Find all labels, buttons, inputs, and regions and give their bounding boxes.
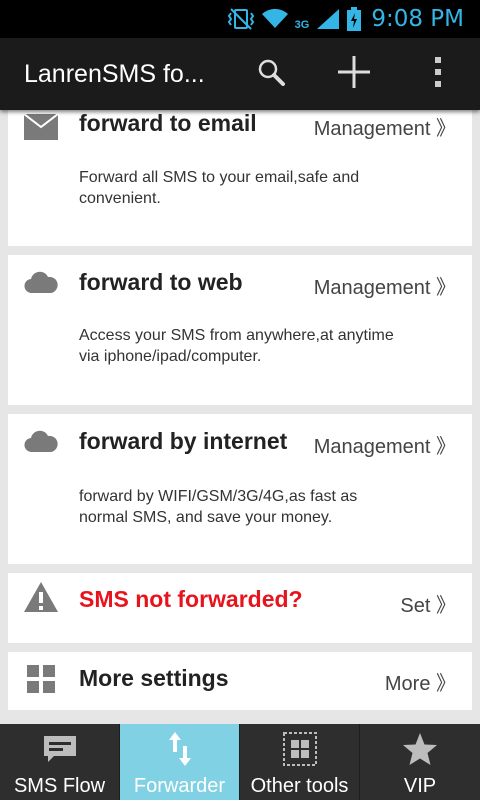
- card-description: Access your SMS from anywhere,at anytime…: [79, 327, 394, 365]
- status-icons: 3G 9:08 PM: [227, 4, 464, 34]
- network-type-label: 3G: [294, 19, 310, 31]
- card-forward-by-internet[interactable]: forward by internet Management 》 forward…: [8, 414, 472, 564]
- tools-grid-icon: [240, 732, 359, 766]
- management-link[interactable]: Management 》: [314, 430, 456, 459]
- overflow-menu-icon: [434, 56, 442, 93]
- tab-sms-flow[interactable]: SMS Flow: [0, 724, 120, 800]
- email-icon: [24, 110, 58, 144]
- search-icon: [257, 58, 285, 91]
- tab-other-tools[interactable]: Other tools: [240, 724, 360, 800]
- add-button[interactable]: [330, 38, 378, 110]
- card-sms-not-forwarded[interactable]: SMS not forwarded? Set 》: [8, 573, 472, 643]
- card-description: forward by WIFI/GSM/3G/4G,as fast as nor…: [79, 488, 358, 526]
- tab-label: Forwarder: [133, 775, 226, 797]
- card-more-settings[interactable]: More settings More 》: [8, 652, 472, 710]
- status-bar: 3G 9:08 PM: [0, 0, 480, 44]
- bottom-nav: SMS Flow Forwarder Other tools VIP: [0, 724, 480, 800]
- management-link[interactable]: Management 》: [314, 112, 456, 141]
- star-icon: [360, 732, 480, 766]
- forwarder-list: forward to email Management 》 Forward al…: [0, 110, 480, 724]
- management-link[interactable]: Management 》: [314, 271, 456, 300]
- set-link[interactable]: Set 》: [400, 589, 456, 618]
- card-forward-to-email[interactable]: forward to email Management 》 Forward al…: [8, 110, 472, 246]
- plus-icon: [336, 54, 372, 95]
- signal-icon: [315, 7, 341, 31]
- card-description: Forward all SMS to your email,safe and c…: [79, 169, 360, 207]
- cloud-icon: [24, 265, 58, 299]
- tab-label: SMS Flow: [13, 775, 106, 797]
- action-bar: LanrenSMS fo...: [0, 38, 480, 110]
- wifi-icon: [261, 8, 289, 30]
- tab-label: Other tools: [250, 775, 349, 797]
- cloud-icon: [24, 424, 58, 458]
- app-title: LanrenSMS fo...: [24, 60, 205, 88]
- tab-label: VIP: [403, 775, 437, 797]
- vibrate-icon: [227, 7, 255, 31]
- overflow-menu-button[interactable]: [424, 38, 452, 110]
- status-clock: 9:08 PM: [371, 6, 464, 32]
- transfer-arrows-icon: [120, 732, 239, 766]
- card-title: forward to email: [79, 110, 257, 136]
- battery-charging-icon: [347, 7, 362, 31]
- card-title: forward by internet: [79, 428, 288, 454]
- more-link[interactable]: More 》: [385, 667, 456, 696]
- message-icon: [0, 732, 119, 766]
- tab-vip[interactable]: VIP: [360, 724, 480, 800]
- search-button[interactable]: [248, 38, 294, 110]
- card-forward-to-web[interactable]: forward to web Management 》 Access your …: [8, 255, 472, 405]
- card-title: More settings: [79, 665, 229, 691]
- card-title: forward to web: [79, 269, 243, 295]
- warning-icon: [24, 580, 58, 614]
- tab-forwarder[interactable]: Forwarder: [120, 724, 240, 800]
- card-title: SMS not forwarded?: [79, 586, 303, 612]
- grid-icon: [24, 662, 58, 696]
